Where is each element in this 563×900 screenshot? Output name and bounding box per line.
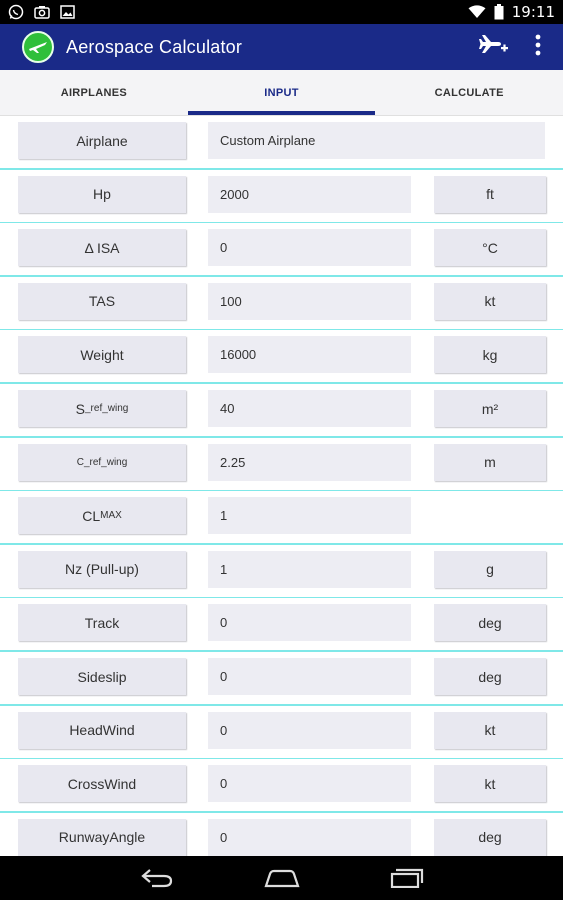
hp-value-field[interactable]: 2000 bbox=[208, 175, 411, 213]
tas-unit-button[interactable]: kt bbox=[434, 282, 546, 320]
runway-angle-value-field[interactable]: 0 bbox=[208, 818, 411, 856]
nz-pull-up-value-field[interactable]: 1 bbox=[208, 550, 411, 588]
system-nav-bar bbox=[0, 856, 563, 900]
camera-icon bbox=[34, 5, 50, 19]
track-value-field[interactable]: 0 bbox=[208, 604, 411, 642]
form-row-airplane: Airplane Custom Airplane bbox=[0, 116, 563, 170]
headwind-unit-button[interactable]: kt bbox=[434, 711, 546, 749]
image-icon bbox=[60, 5, 75, 19]
s-ref-wing-label-main: S bbox=[75, 400, 85, 417]
weight-value-field[interactable]: 16000 bbox=[208, 336, 411, 374]
input-form: Airplane Custom Airplane Hp 2000 ft Δ IS… bbox=[0, 116, 563, 856]
hp-unit-button[interactable]: ft bbox=[434, 175, 546, 213]
headwind-value-field[interactable]: 0 bbox=[208, 711, 411, 749]
c-ref-wing-label-sub: _ref_wing bbox=[83, 456, 128, 468]
runway-angle-label-button[interactable]: RunwayAngle bbox=[18, 818, 186, 856]
c-ref-wing-unit-button[interactable]: m bbox=[434, 443, 546, 481]
airplane-value-field[interactable]: Custom Airplane bbox=[208, 122, 545, 159]
home-icon[interactable] bbox=[263, 868, 300, 888]
battery-icon bbox=[494, 4, 504, 20]
form-row-weight: Weight 16000 kg bbox=[0, 330, 563, 384]
delta-isa-unit-button[interactable]: °C bbox=[434, 229, 546, 267]
clmax-label-button[interactable]: CL MAX bbox=[18, 497, 186, 535]
nz-pull-up-label-button[interactable]: Nz (Pull-up) bbox=[18, 550, 186, 588]
app-title: Aerospace Calculator bbox=[66, 36, 243, 57]
tas-label-button[interactable]: TAS bbox=[18, 282, 186, 320]
form-row-s-ref-wing: S _ref_wing 40 m² bbox=[0, 384, 563, 438]
form-row-clmax: CL MAX 1 bbox=[0, 491, 563, 545]
headwind-label-button[interactable]: HeadWind bbox=[18, 711, 186, 749]
back-icon[interactable] bbox=[140, 868, 174, 888]
tab-calculate[interactable]: CALCULATE bbox=[375, 70, 563, 115]
form-row-c-ref-wing: C _ref_wing 2.25 m bbox=[0, 438, 563, 492]
form-row-delta-isa: Δ ISA 0 °C bbox=[0, 223, 563, 277]
form-row-headwind: HeadWind 0 kt bbox=[0, 706, 563, 760]
form-row-track: Track 0 deg bbox=[0, 598, 563, 652]
tab-airplanes[interactable]: AIRPLANES bbox=[0, 70, 188, 115]
add-airplane-icon[interactable] bbox=[479, 32, 509, 63]
sideslip-value-field[interactable]: 0 bbox=[208, 658, 411, 695]
tas-value-field[interactable]: 100 bbox=[208, 282, 411, 320]
c-ref-wing-label-main: C bbox=[76, 456, 84, 468]
s-ref-wing-label-button[interactable]: S _ref_wing bbox=[18, 390, 186, 427]
s-ref-wing-unit-button[interactable]: m² bbox=[434, 390, 546, 427]
status-bar: 19:11 bbox=[0, 0, 563, 24]
delta-isa-label-button[interactable]: Δ ISA bbox=[18, 229, 186, 267]
form-row-tas: TAS 100 kt bbox=[0, 277, 563, 331]
nz-pull-up-unit-button[interactable]: g bbox=[434, 550, 546, 588]
crosswind-unit-button[interactable]: kt bbox=[434, 765, 546, 803]
weight-unit-button[interactable]: kg bbox=[434, 336, 546, 374]
weight-label-button[interactable]: Weight bbox=[18, 336, 186, 374]
overflow-menu-icon[interactable] bbox=[535, 34, 541, 61]
app-actions bbox=[479, 32, 541, 63]
status-notifications bbox=[8, 4, 75, 20]
whatsapp-icon bbox=[8, 4, 24, 20]
app-bar: Aerospace Calculator bbox=[0, 24, 563, 70]
delta-isa-value-field[interactable]: 0 bbox=[208, 229, 411, 267]
clmax-label-main: CL bbox=[82, 507, 101, 524]
tab-input[interactable]: INPUT bbox=[187, 70, 376, 115]
form-row-crosswind: CrossWind 0 kt bbox=[0, 759, 563, 813]
sideslip-unit-button[interactable]: deg bbox=[434, 658, 546, 695]
hp-label-button[interactable]: Hp bbox=[18, 175, 186, 213]
status-time: 19:11 bbox=[511, 3, 555, 21]
track-unit-button[interactable]: deg bbox=[434, 604, 546, 642]
c-ref-wing-value-field[interactable]: 2.25 bbox=[208, 443, 411, 481]
s-ref-wing-label-sub: _ref_wing bbox=[84, 403, 129, 414]
clmax-value-field[interactable]: 1 bbox=[208, 497, 411, 535]
s-ref-wing-value-field[interactable]: 40 bbox=[208, 390, 411, 427]
form-row-sideslip: Sideslip 0 deg bbox=[0, 652, 563, 706]
wifi-icon bbox=[468, 5, 486, 19]
form-row-nz-pull-up: Nz (Pull-up) 1 g bbox=[0, 545, 563, 599]
status-system: 19:11 bbox=[468, 3, 555, 21]
clmax-label-sub: MAX bbox=[100, 510, 122, 522]
crosswind-label-button[interactable]: CrossWind bbox=[18, 765, 186, 803]
tab-bar: AIRPLANES INPUT CALCULATE bbox=[0, 70, 563, 116]
form-row-hp: Hp 2000 ft bbox=[0, 170, 563, 224]
crosswind-value-field[interactable]: 0 bbox=[208, 765, 411, 803]
recents-icon[interactable] bbox=[390, 868, 424, 888]
sideslip-label-button[interactable]: Sideslip bbox=[18, 658, 186, 695]
runway-angle-unit-button[interactable]: deg bbox=[434, 818, 546, 856]
airplane-label-button[interactable]: Airplane bbox=[18, 122, 186, 159]
c-ref-wing-label-button[interactable]: C _ref_wing bbox=[18, 443, 186, 481]
airplane-logo-icon bbox=[22, 31, 54, 63]
form-row-runway-angle: RunwayAngle 0 deg bbox=[0, 813, 563, 856]
track-label-button[interactable]: Track bbox=[18, 604, 186, 642]
